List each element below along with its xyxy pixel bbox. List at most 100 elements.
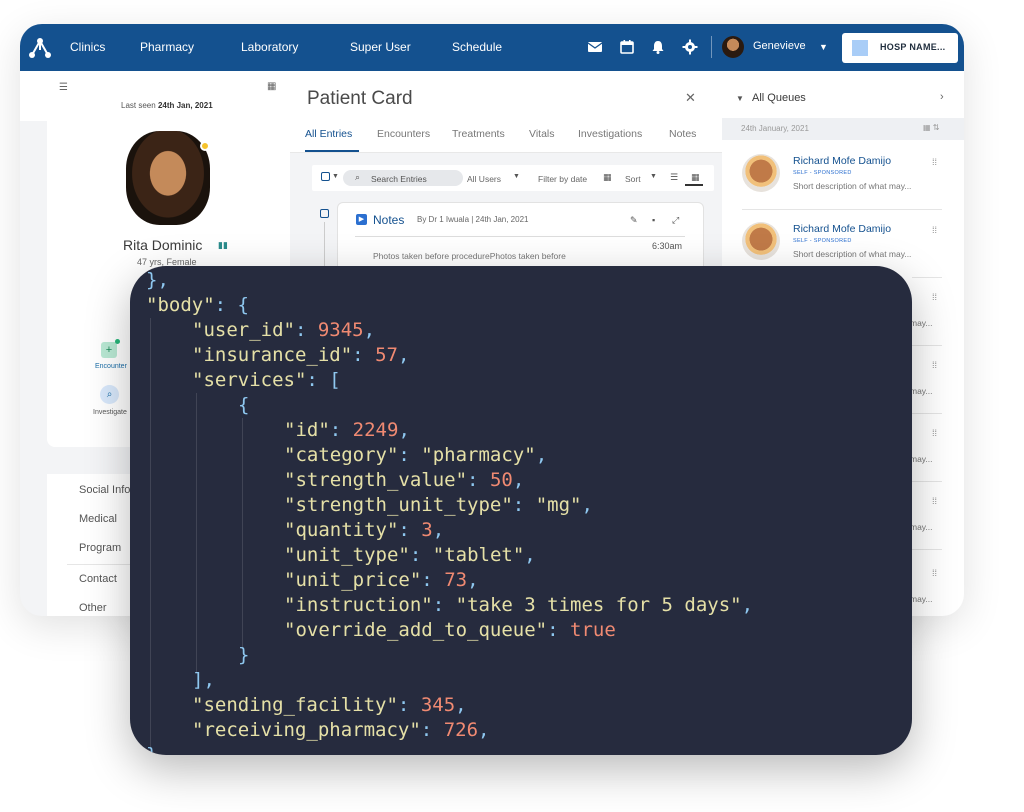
calendar-icon[interactable]: ▦ ⇅ <box>923 123 939 132</box>
hospital-selector-button[interactable]: HOSP NAME... <box>842 33 958 63</box>
nav-schedule[interactable]: Schedule <box>452 40 502 54</box>
queue-sponsor-tag: SELF - SPONSORED <box>793 238 852 244</box>
investigate-action-label[interactable]: Investigate <box>93 409 127 416</box>
note-meta: By Dr 1 Iwuala | 24th Jan, 2021 <box>417 215 529 224</box>
side-menu-medical[interactable]: Medical <box>79 513 117 525</box>
code-line: "sending_facility": 345, <box>192 694 467 716</box>
investigate-search-icon[interactable]: ⌕ <box>100 385 119 404</box>
select-all-checkbox[interactable] <box>321 172 330 181</box>
drag-handle-icon[interactable]: ⁞⁞ <box>932 496 937 506</box>
code-line: "insurance_id": 57, <box>192 344 410 366</box>
tab-encounters[interactable]: Encounters <box>377 128 430 140</box>
gear-icon[interactable] <box>682 39 698 55</box>
patient-name: Rita Dominic <box>123 237 203 253</box>
expand-icon[interactable]: ⤢ <box>672 215 679 226</box>
topbar-divider <box>711 36 712 58</box>
queue-date: 24th January, 2021 <box>741 124 809 133</box>
chart-bar-icon: ▮▮ <box>218 240 228 250</box>
nav-clinics[interactable]: Clinics <box>70 40 105 54</box>
nav-laboratory[interactable]: Laboratory <box>241 40 298 54</box>
side-menu-other[interactable]: Other <box>79 602 107 614</box>
encounter-status-dot <box>115 339 120 344</box>
code-line: "unit_price": 73, <box>284 569 479 591</box>
chevron-down-icon[interactable]: ▼ <box>819 42 828 52</box>
queue-patient-name[interactable]: Richard Mofe Damijo <box>793 155 891 167</box>
tab-notes[interactable]: Notes <box>669 128 696 140</box>
drag-handle-icon[interactable]: ⁞⁞ <box>932 568 937 578</box>
queue-patient-avatar <box>742 154 780 192</box>
hamburger-menu-icon[interactable]: ☰ <box>59 82 68 93</box>
calendar-icon[interactable]: ▦ <box>603 172 612 183</box>
queue-patient-avatar <box>742 222 780 260</box>
code-line: ], <box>192 669 215 691</box>
filter-by-date[interactable]: Filter by date <box>538 174 587 184</box>
chevron-right-icon[interactable]: › <box>940 91 944 103</box>
drag-handle-icon[interactable]: ⁞⁞ <box>932 292 937 302</box>
list-view-icon[interactable]: ☰ <box>670 172 678 183</box>
nav-super-user[interactable]: Super User <box>350 40 411 54</box>
chevron-down-icon[interactable]: ▼ <box>513 173 520 180</box>
sort-dropdown[interactable]: Sort <box>625 174 641 184</box>
all-users-dropdown[interactable]: All Users <box>467 174 501 184</box>
last-seen-text: Last seen 24th Jan, 2021 <box>121 101 213 110</box>
grid-view-icon[interactable]: ▦ <box>691 172 700 183</box>
chevron-down-icon[interactable]: ▼ <box>650 173 657 180</box>
code-line: "body": { <box>146 294 249 316</box>
online-status-dot <box>200 141 210 151</box>
code-line: "unit_type": "tablet", <box>284 544 536 566</box>
user-name[interactable]: Genevieve <box>753 40 806 52</box>
calendar-icon[interactable] <box>619 39 635 55</box>
drag-handle-icon[interactable]: ⁞⁞ <box>932 225 937 235</box>
indent-guide <box>150 318 151 748</box>
queue-description: may... <box>910 318 933 328</box>
code-line: "receiving_pharmacy": 726, <box>192 719 490 741</box>
code-line: "quantity": 3, <box>284 519 445 541</box>
code-line: { <box>238 394 250 416</box>
entry-checkbox[interactable] <box>320 209 329 218</box>
tab-investigations[interactable]: Investigations <box>578 128 642 140</box>
chevron-down-icon[interactable]: ▼ <box>332 173 339 180</box>
code-line: "user_id": 9345, <box>192 319 376 341</box>
tab-vitals[interactable]: Vitals <box>529 128 555 140</box>
drag-handle-icon[interactable]: ⁞⁞ <box>932 157 937 167</box>
mail-icon[interactable] <box>587 39 603 55</box>
code-line: "strength_value": 50, <box>284 469 525 491</box>
nav-pharmacy[interactable]: Pharmacy <box>140 40 194 54</box>
code-line: "instruction": "take 3 times for 5 days"… <box>284 594 754 616</box>
search-placeholder: Search Entries <box>371 174 427 184</box>
close-icon[interactable]: ✕ <box>685 90 696 106</box>
tab-treatments[interactable]: Treatments <box>452 128 505 140</box>
queue-description: may... <box>910 386 933 396</box>
indent-guide <box>196 393 197 673</box>
user-avatar[interactable] <box>722 36 744 58</box>
chevron-down-icon[interactable]: ▼ <box>736 94 744 103</box>
code-line: "services": [ <box>192 369 341 391</box>
drag-handle-icon[interactable]: ⁞⁞ <box>932 360 937 370</box>
side-menu-program[interactable]: Program <box>79 542 121 554</box>
side-menu-contact[interactable]: Contact <box>79 573 117 585</box>
app-logo-icon[interactable] <box>28 36 52 60</box>
patient-photo <box>126 131 210 225</box>
encounter-action-label[interactable]: Encounter <box>95 363 127 370</box>
side-menu-social-info[interactable]: Social Info <box>79 484 130 496</box>
trash-icon[interactable]: ▪ <box>652 215 655 225</box>
code-line: } <box>238 644 250 666</box>
queue-divider <box>912 277 942 278</box>
indent-guide <box>242 418 243 648</box>
active-view-indicator <box>685 184 703 186</box>
code-line: } <box>146 744 158 755</box>
edit-pencil-icon[interactable]: ✎ <box>630 215 638 226</box>
queue-patient-name[interactable]: Richard Mofe Damijo <box>793 223 891 235</box>
patient-card-title: Patient Card <box>307 88 413 109</box>
encounter-plus-icon[interactable]: + <box>101 342 117 358</box>
bell-icon[interactable] <box>650 39 666 55</box>
queue-description: Short description of what may... <box>793 249 912 259</box>
drag-handle-icon[interactable]: ⁞⁞ <box>932 428 937 438</box>
queue-divider <box>912 549 942 550</box>
search-icon: ⌕ <box>355 172 361 182</box>
tab-all-entries[interactable]: All Entries <box>305 128 352 140</box>
queue-divider <box>912 345 942 346</box>
note-time: 6:30am <box>652 241 683 251</box>
hospital-name: HOSP NAME... <box>880 42 946 52</box>
calendar-icon[interactable]: ▦ <box>267 81 276 92</box>
